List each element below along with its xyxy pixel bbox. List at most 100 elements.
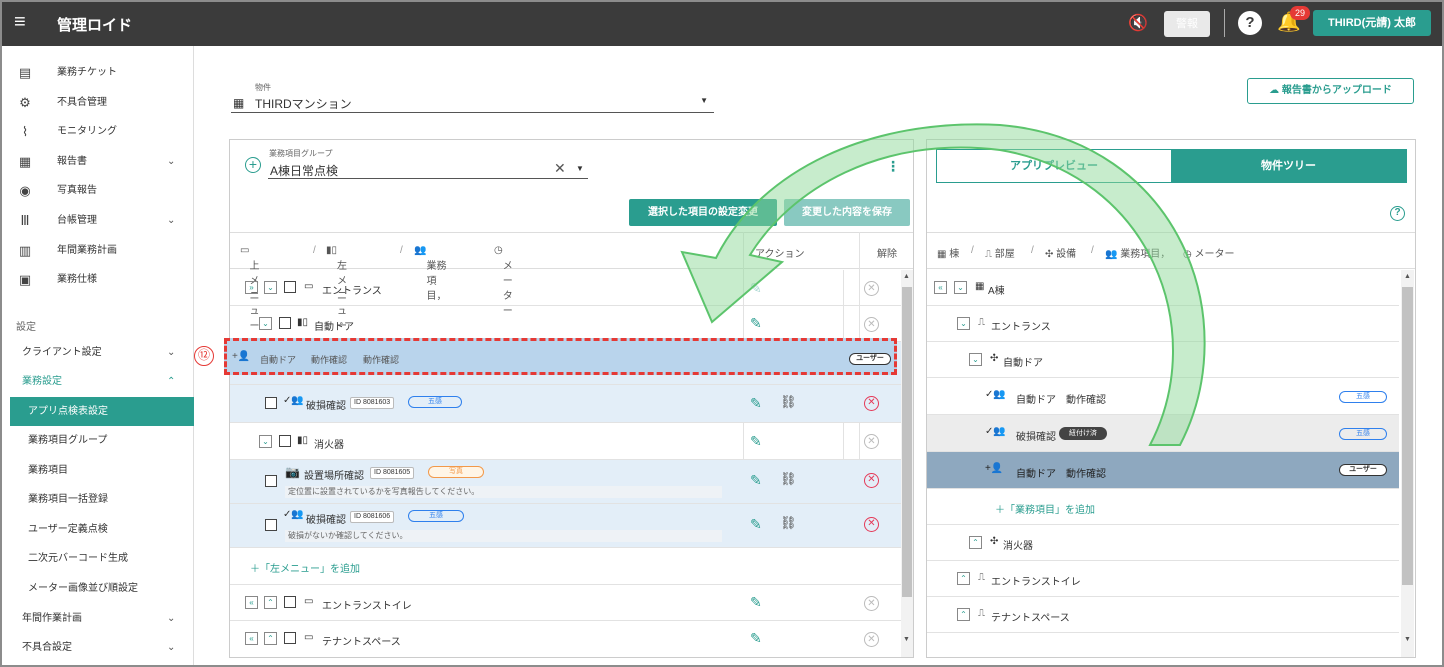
sidebar-item-tickets[interactable]: ▤ 業務チケット xyxy=(0,58,194,88)
sidebar-client-settings[interactable]: クライアント設定 ⌄ xyxy=(0,338,194,367)
remove-icon[interactable]: ✕ xyxy=(864,517,879,532)
user-menu-button[interactable]: THIRD(元請) 太郎 xyxy=(1313,10,1431,36)
tab-property-tree[interactable]: 物件ツリー xyxy=(1171,150,1406,182)
table-row[interactable]: « ⌃ ▭ エントランストイレ ✎ ✕ xyxy=(230,585,901,621)
table-row[interactable]: ⌄ ▮▯ 自動ドア ✎ ✕ xyxy=(230,306,901,342)
edit-icon[interactable]: ✎ xyxy=(750,517,762,531)
sidebar-item-defects[interactable]: ⚙ 不具合管理 xyxy=(0,88,194,118)
row-checkbox[interactable] xyxy=(284,281,296,293)
add-group-icon[interactable]: + xyxy=(245,157,261,173)
tree-row[interactable]: ✓👥 自動ドア 動作確認 五感 xyxy=(927,378,1399,415)
chevron-up-icon[interactable]: ⌃ xyxy=(969,536,982,549)
scroll-down-icon[interactable]: ▼ xyxy=(903,636,910,643)
row-checkbox[interactable] xyxy=(279,317,291,329)
chevron-up-icon[interactable]: ⌃ xyxy=(957,572,970,585)
table-row[interactable]: ✓👥 破損確認 ID 8081606 五感 破損がないか確認してください。 ✎ … xyxy=(230,504,901,548)
tree-row[interactable]: « ⌄ ▦ A棟 xyxy=(927,270,1399,306)
table-row[interactable]: 📷 設置場所確認 ID 8081605 写真 定位置に設置されているかを写真報告… xyxy=(230,460,901,504)
dragging-item[interactable]: +👤 自動ドア 動作確認 動作確認 ユーザー xyxy=(224,338,897,375)
sidebar-item-meter-order[interactable]: メーター画像並び順設定 xyxy=(28,574,138,603)
tree-row[interactable]: ⌄ ✣ 自動ドア xyxy=(927,342,1399,378)
change-selected-button[interactable]: 選択した項目の設定変更 xyxy=(629,199,777,226)
row-checkbox[interactable] xyxy=(265,397,277,409)
edit-icon[interactable]: ✎ xyxy=(750,631,762,645)
expand-all-icon[interactable]: « xyxy=(245,596,258,609)
upload-from-report-button[interactable]: ☁ 報告書からアップロード xyxy=(1247,78,1414,104)
right-scrollbar-thumb[interactable] xyxy=(1402,287,1413,585)
sidebar-item-spec[interactable]: ▣ 業務仕様 xyxy=(0,265,194,295)
unlink-icon[interactable]: ⛓ xyxy=(780,515,797,531)
add-left-menu-row[interactable]: ＋「左メニュー」を追加 xyxy=(230,548,901,585)
chevron-up-icon[interactable]: ⌃ xyxy=(957,608,970,621)
collapse-all-icon[interactable]: « xyxy=(934,281,947,294)
edit-icon[interactable]: ✎ xyxy=(750,316,762,330)
remove-icon[interactable]: ✕ xyxy=(864,596,879,611)
sidebar-item-work-items[interactable]: 業務項目 xyxy=(28,456,68,485)
chevron-up-icon[interactable]: ⌃ xyxy=(264,596,277,609)
tree-row[interactable]: ⌄ ⎍ エントランス xyxy=(927,306,1399,342)
help-icon[interactable]: ? xyxy=(1238,11,1262,35)
clear-icon[interactable]: ✕ xyxy=(554,160,566,177)
tree-row[interactable]: ⌃ ⎍ テナントスペース xyxy=(927,597,1399,633)
remove-icon[interactable]: ✕ xyxy=(864,632,879,647)
table-row[interactable]: « ⌃ ▭ テナントスペース ✎ ✕ xyxy=(230,621,901,657)
unlink-icon[interactable]: ⛓ xyxy=(780,471,797,487)
remove-icon[interactable]: ✕ xyxy=(864,317,879,332)
tree-row[interactable]: ✓👥 破損確認 紐付け済 五感 xyxy=(927,415,1399,452)
mute-icon[interactable]: 🔇 xyxy=(1128,13,1148,33)
chevron-down-icon[interactable]: ⌄ xyxy=(259,435,272,448)
sidebar-item-monitoring[interactable]: ⌇ モニタリング xyxy=(0,117,194,147)
sidebar-item-ledger[interactable]: Ⅲ 台帳管理 ⌄ xyxy=(0,206,194,236)
chevron-down-icon[interactable]: ⌄ xyxy=(259,317,272,330)
save-changes-button[interactable]: 変更した内容を保存 xyxy=(784,199,910,226)
hamburger-menu-icon[interactable]: ≡ xyxy=(14,12,26,32)
edit-icon[interactable]: ✎ xyxy=(750,396,762,410)
scroll-down-icon[interactable]: ▼ xyxy=(1404,636,1411,643)
add-left-menu-link[interactable]: ＋「左メニュー」を追加 xyxy=(250,560,360,575)
sidebar-item-barcode[interactable]: 二次元バーコード生成 xyxy=(28,544,128,573)
edit-icon[interactable]: ✎ xyxy=(750,473,762,487)
sidebar-item-reports[interactable]: ▦ 報告書 ⌄ xyxy=(0,147,194,177)
table-row[interactable]: » ⌄ ▭ エントランス ✎ ✕ xyxy=(230,270,901,306)
tree-row[interactable]: ⌃ ✣ 消火器 xyxy=(927,525,1399,561)
sidebar-work-settings[interactable]: 業務設定 ⌃ xyxy=(0,367,194,396)
sidebar-item-bulk[interactable]: 業務項目一括登録 xyxy=(28,485,108,514)
table-row[interactable]: ✓👥 破損確認 ID 8081603 五感 ✎ ⛓ ✕ xyxy=(230,385,901,423)
edit-icon[interactable]: ✎ xyxy=(750,595,762,609)
remove-icon[interactable]: ✕ xyxy=(864,434,879,449)
sidebar-item-annual-plan[interactable]: ▥ 年間業務計画 xyxy=(0,236,194,266)
tree-row-selected[interactable]: +👤 自動ドア 動作確認 ユーザー xyxy=(927,452,1399,489)
sidebar-item-groups[interactable]: 業務項目グループ xyxy=(28,426,107,455)
chevron-down-icon[interactable]: ⌄ xyxy=(264,281,277,294)
add-item-link[interactable]: ＋「業務項目」を追加 xyxy=(995,501,1095,516)
chevron-down-icon[interactable]: ⌄ xyxy=(954,281,967,294)
chevron-down-icon[interactable]: ⌄ xyxy=(969,353,982,366)
sidebar-item-photos[interactable]: ◉ 写真報告 xyxy=(0,176,194,206)
sidebar-defect-settings[interactable]: 不具合設定 ⌄ xyxy=(0,633,194,662)
row-checkbox[interactable] xyxy=(284,632,296,644)
chevron-down-icon[interactable]: ⌄ xyxy=(957,317,970,330)
group-select[interactable]: A棟日常点検 ✕ ▼ xyxy=(268,159,588,179)
edit-icon[interactable]: ✎ xyxy=(750,281,762,295)
table-row[interactable]: ⌄ ▮▯ 消火器 ✎ ✕ xyxy=(230,423,901,460)
row-checkbox[interactable] xyxy=(265,475,277,487)
scroll-up-icon[interactable]: ▲ xyxy=(1404,273,1411,280)
expand-all-icon[interactable]: « xyxy=(245,632,258,645)
chevron-up-icon[interactable]: ⌃ xyxy=(264,632,277,645)
row-checkbox[interactable] xyxy=(279,435,291,447)
tree-row[interactable]: ⌃ ⎍ エントランストイレ xyxy=(927,561,1399,597)
property-select[interactable]: ▦ THIRDマンション ▼ xyxy=(231,92,714,113)
alarm-button[interactable]: 警報 xyxy=(1164,11,1210,37)
remove-icon[interactable]: ✕ xyxy=(864,281,879,296)
expand-all-icon[interactable]: » xyxy=(245,281,258,294)
tab-app-preview[interactable]: アプリプレビュー xyxy=(937,150,1171,182)
scroll-up-icon[interactable]: ▲ xyxy=(903,273,910,280)
sidebar-annual-work[interactable]: 年間作業計画 ⌄ xyxy=(0,604,194,633)
help-icon[interactable]: ? xyxy=(1390,206,1405,221)
left-scrollbar-thumb[interactable] xyxy=(902,287,912,597)
remove-icon[interactable]: ✕ xyxy=(864,396,879,411)
sidebar-item-user-defined[interactable]: ユーザー定義点検 xyxy=(28,515,108,544)
row-checkbox[interactable] xyxy=(284,596,296,608)
edit-icon[interactable]: ✎ xyxy=(750,434,762,448)
unlink-icon[interactable]: ⛓ xyxy=(780,394,797,410)
